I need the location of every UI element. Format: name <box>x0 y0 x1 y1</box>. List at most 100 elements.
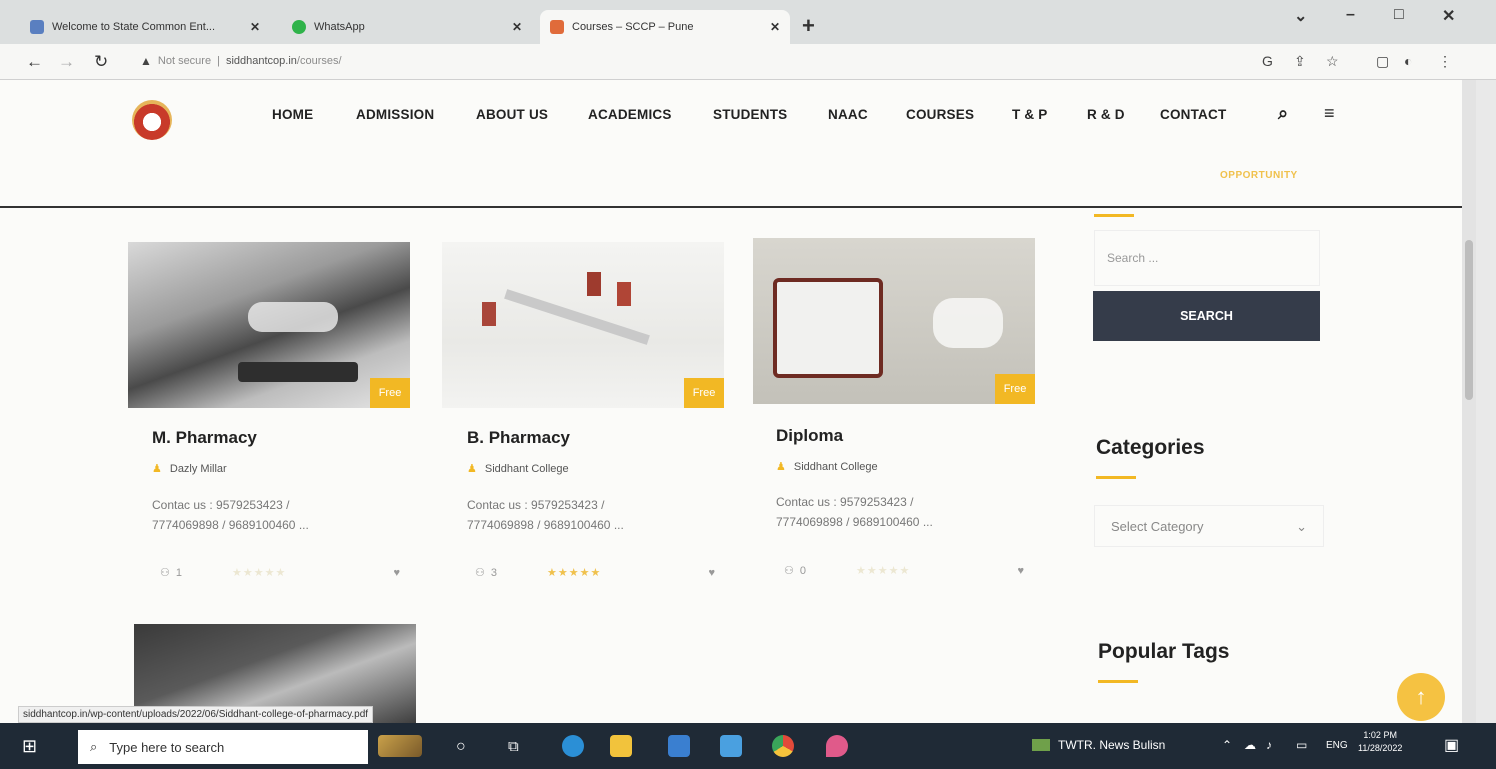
course-card-diploma[interactable]: Free <box>753 238 1035 404</box>
store-icon[interactable] <box>668 735 690 757</box>
price-badge: Free <box>684 378 724 408</box>
tab-favicon-icon <box>30 20 44 34</box>
maximize-icon[interactable]: □ <box>1394 6 1404 24</box>
profile-avatar-icon[interactable]: ◐ <box>1404 53 1412 69</box>
tab-title: WhatsApp <box>314 21 365 33</box>
news-text: TWTR. News Bulisn <box>1058 738 1166 752</box>
sidepanel-icon[interactable]: ▢ <box>1376 53 1389 70</box>
forward-icon[interactable]: → <box>58 52 75 72</box>
students-icon: ⚇ <box>784 565 794 577</box>
news-widget-icon[interactable] <box>378 735 422 757</box>
desc-line: Contac us : 9579253423 / <box>467 498 605 512</box>
tab-state-common-entrance[interactable]: Welcome to State Common Ent... ✕ <box>20 10 270 44</box>
news-icon <box>1032 739 1050 751</box>
course-title[interactable]: Diploma <box>776 426 843 446</box>
course-description: Contac us : 9579253423 / 7774069898 / 96… <box>152 495 432 535</box>
notifications-icon[interactable]: ▣ <box>1444 735 1459 755</box>
tab-courses[interactable]: Courses – SCCP – Pune ✕ <box>540 10 790 44</box>
category-select-value: Select Category <box>1111 519 1204 534</box>
close-tab-icon[interactable]: ✕ <box>512 20 522 34</box>
nav-students[interactable]: STUDENTS <box>713 107 787 122</box>
page-scrollbar[interactable] <box>1462 80 1476 723</box>
taskbar-search[interactable]: ⌕ Type here to search <box>78 730 368 764</box>
page-content: HOME ADMISSION ABOUT US ACADEMICS STUDEN… <box>0 80 1462 723</box>
course-thumbnail[interactable]: Free <box>753 238 1035 404</box>
course-thumbnail[interactable]: Free <box>128 242 410 408</box>
course-author[interactable]: ♟ Siddhant College <box>776 460 878 474</box>
close-tab-icon[interactable]: ✕ <box>770 20 780 34</box>
hamburger-menu-icon[interactable]: ≡ <box>1324 103 1335 124</box>
file-explorer-icon[interactable] <box>610 735 632 757</box>
students-icon: ⚇ <box>475 567 485 579</box>
nav-home[interactable]: HOME <box>272 107 313 122</box>
nav-naac[interactable]: NAAC <box>828 107 868 122</box>
course-author[interactable]: ♟ Siddhant College <box>467 462 569 476</box>
clock-time: 1:02 PM <box>1363 730 1397 740</box>
student-count: 3 <box>490 566 497 579</box>
url-separator: | <box>217 55 220 67</box>
nav-contact[interactable]: CONTACT <box>1160 107 1226 122</box>
app-icon[interactable] <box>826 735 848 757</box>
wishlist-heart-icon[interactable]: ♥ <box>393 567 400 579</box>
close-window-icon[interactable]: ✕ <box>1442 6 1455 26</box>
course-description: Contac us : 9579253423 / 7774069898 / 96… <box>776 492 1056 532</box>
close-tab-icon[interactable]: ✕ <box>250 20 260 34</box>
cortana-icon[interactable]: ○ <box>456 738 466 756</box>
rating-stars: ★★★★★ <box>547 567 602 579</box>
scrollbar-thumb[interactable] <box>1465 240 1473 400</box>
desc-line: Contac us : 9579253423 / <box>152 498 290 512</box>
nav-admission[interactable]: ADMISSION <box>356 107 434 122</box>
course-title[interactable]: M. Pharmacy <box>152 428 257 448</box>
news-ticker[interactable]: TWTR. News Bulisn <box>1032 738 1165 752</box>
cloud-icon[interactable]: ☁ <box>1244 738 1256 752</box>
desc-line: 7774069898 / 9689100460 ... <box>467 518 624 532</box>
search-button[interactable]: SEARCH <box>1093 291 1320 341</box>
college-logo[interactable] <box>132 100 172 140</box>
windows-start-icon[interactable]: ⊞ <box>22 736 58 762</box>
arrow-up-icon: ↑ <box>1415 684 1427 709</box>
course-card-b-pharmacy[interactable]: Free <box>442 242 724 408</box>
nav-r-and-d[interactable]: R & D <box>1087 107 1125 122</box>
nav-about-us[interactable]: ABOUT US <box>476 107 548 122</box>
site-header: HOME ADMISSION ABOUT US ACADEMICS STUDEN… <box>0 80 1462 208</box>
clock[interactable]: 1:02 PM 11/28/2022 <box>1358 729 1402 755</box>
bookmark-star-icon[interactable]: ☆ <box>1326 53 1339 70</box>
search-icon[interactable]: ⌕ <box>1278 103 1288 124</box>
status-bar-url: siddhantcop.in/wp-content/uploads/2022/0… <box>18 706 374 723</box>
tray-chevron-icon[interactable]: ⌃ <box>1222 738 1232 752</box>
tab-search-icon[interactable]: ⌄ <box>1294 6 1307 26</box>
author-name: Siddhant College <box>484 462 569 475</box>
share-icon[interactable]: ⇪ <box>1294 53 1306 70</box>
wishlist-heart-icon[interactable]: ♥ <box>1017 565 1024 577</box>
search-underline <box>1094 214 1134 217</box>
course-description: Contac us : 9579253423 / 7774069898 / 96… <box>467 495 747 535</box>
nav-courses[interactable]: COURSES <box>906 107 974 122</box>
tab-whatsapp[interactable]: WhatsApp ✕ <box>282 10 532 44</box>
nav-academics[interactable]: ACADEMICS <box>588 107 672 122</box>
task-view-icon[interactable]: ⧉ <box>508 738 519 755</box>
course-title[interactable]: B. Pharmacy <box>467 428 570 448</box>
new-tab-button[interactable]: + <box>802 13 815 39</box>
chrome-icon[interactable] <box>772 735 794 757</box>
url-field[interactable]: ▲ Not secure | siddhantcop.in/courses/ <box>140 54 342 68</box>
google-icon[interactable]: G <box>1262 53 1273 69</box>
course-thumbnail[interactable]: Free <box>442 242 724 408</box>
wishlist-heart-icon[interactable]: ♥ <box>708 567 715 579</box>
volume-icon[interactable]: ♪ <box>1266 738 1272 752</box>
course-card-m-pharmacy[interactable]: Free <box>128 242 410 408</box>
search-input[interactable]: Search ... <box>1094 230 1320 286</box>
nav-opportunity[interactable]: OPPORTUNITY <box>1220 170 1298 181</box>
language-indicator[interactable]: ENG <box>1326 740 1348 751</box>
category-select[interactable]: Select Category ⌄ <box>1094 505 1324 547</box>
nav-t-and-p[interactable]: T & P <box>1012 107 1048 122</box>
course-author[interactable]: ♟ Dazly Millar <box>152 462 227 476</box>
browser-menu-icon[interactable]: ⋮ <box>1438 53 1452 70</box>
mail-icon[interactable] <box>720 735 742 757</box>
minimize-icon[interactable]: – <box>1346 6 1355 24</box>
course-meta: ⚇ 3 ★★★★★ ♥ <box>475 566 715 580</box>
network-icon[interactable]: ▭ <box>1296 738 1307 752</box>
scroll-to-top-button[interactable]: ↑ <box>1397 673 1445 721</box>
back-icon[interactable]: ← <box>26 52 43 72</box>
reload-icon[interactable]: ↻ <box>94 52 108 72</box>
edge-icon[interactable] <box>562 735 584 757</box>
